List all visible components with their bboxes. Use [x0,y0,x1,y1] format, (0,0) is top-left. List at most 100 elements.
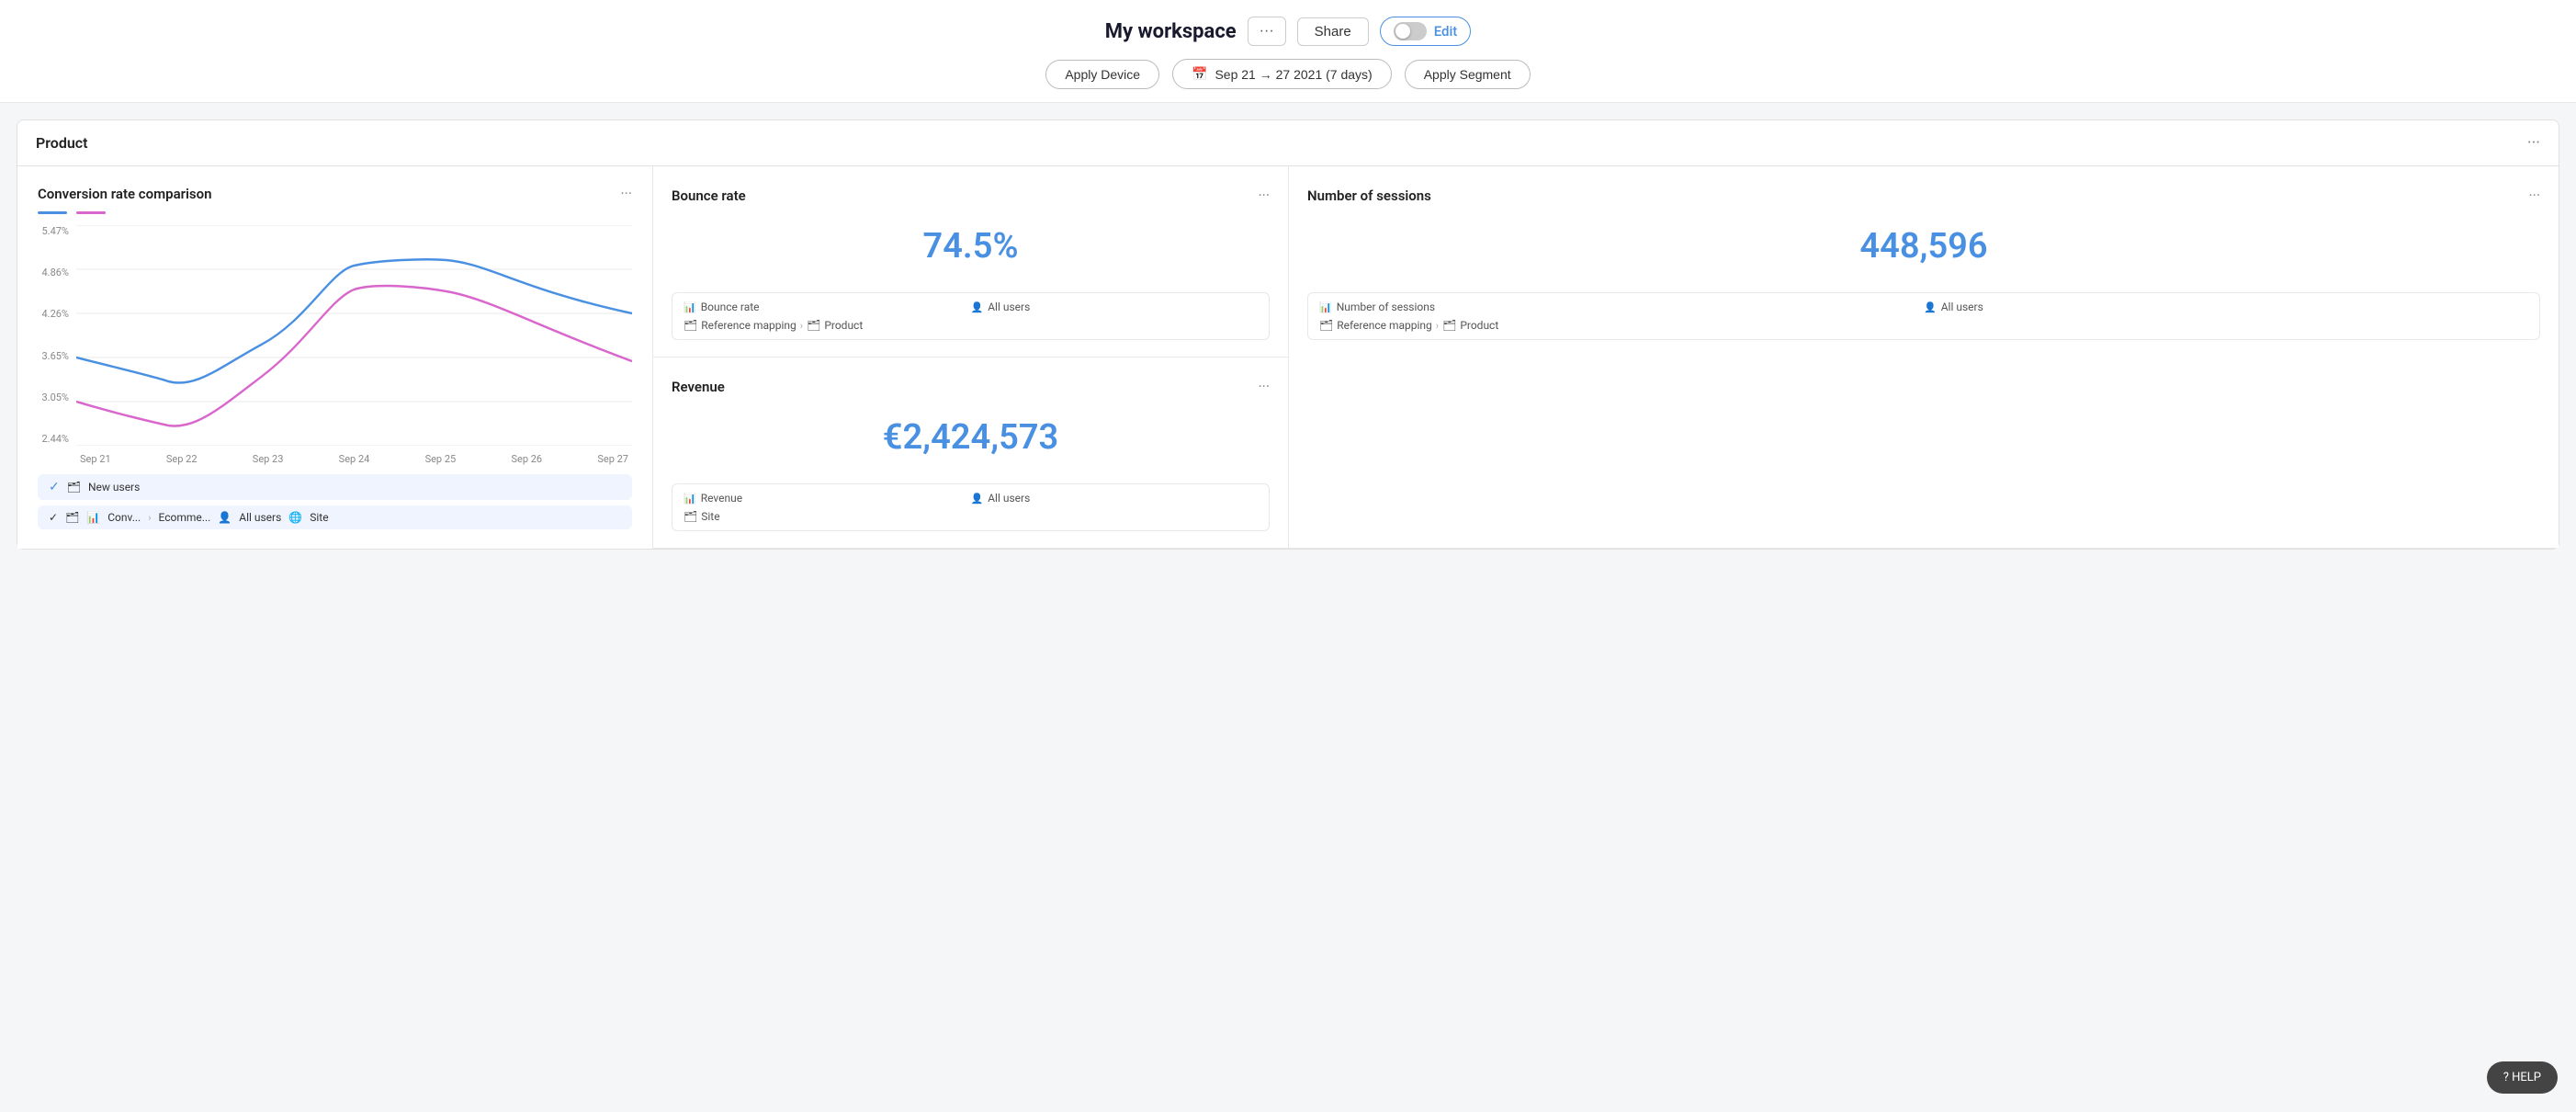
chart-filter-row-2[interactable]: ✓ 🗂 📊 Conv... › Ecomme... 👤 All users 🌐 … [38,505,632,529]
filter2-path: Ecomme... [159,511,211,524]
revenue-chart-icon: 📊 [684,493,696,505]
bounce-rate-header: Bounce rate ··· [672,187,1270,204]
sessions-path: 🗂 Reference mapping › 🗂 Product [1319,319,2528,332]
filter2-users-icon: 👤 [218,511,232,524]
x-axis: Sep 21 Sep 22 Sep 23 Sep 24 Sep 25 Sep 2… [76,453,632,465]
bounce-rate-product-icon: 🗂 [807,319,820,332]
section-title: Product [36,134,88,152]
section-more-button[interactable]: ··· [2527,133,2540,153]
filter2-users: All users [239,511,281,524]
product-section: Product ··· Bounce rate ··· 74.5% 📊 Boun… [17,119,2559,550]
sessions-path-arrow: › [1436,320,1439,332]
chart-more[interactable]: ··· [620,185,632,202]
chart-header: Conversion rate comparison ··· [38,185,632,202]
legend-pink-line [76,211,106,214]
blue-line [76,259,632,382]
bounce-rate-title: Bounce rate [672,187,746,204]
x-label-sep21: Sep 21 [80,453,111,465]
help-label: ? HELP [2503,1071,2541,1084]
revenue-users-icon: 👤 [971,493,984,505]
sessions-value: 448,596 [1307,226,2540,267]
revenue-users: 👤 All users [971,492,1259,505]
calendar-icon: 📅 [1192,66,1207,82]
bounce-rate-metric: 📊 Bounce rate [684,301,971,313]
apply-segment-label: Apply Segment [1424,67,1511,82]
revenue-users-label: All users [988,492,1030,505]
revenue-value: €2,424,573 [672,417,1270,458]
revenue-card-icon: 🗂 [684,510,697,523]
y-label-1: 5.47% [38,225,69,237]
bounce-rate-ref: Reference mapping [701,319,797,332]
sessions-product-icon: 🗂 [1442,319,1456,332]
help-button[interactable]: ? HELP [2487,1061,2558,1094]
x-label-sep24: Sep 24 [339,453,370,465]
y-axis: 5.47% 4.86% 4.26% 3.65% 3.05% 2.44% [38,225,76,465]
legend-blue-line [38,211,67,214]
sessions-title: Number of sessions [1307,187,1431,204]
bounce-rate-path: 🗂 Reference mapping › 🗂 Product [684,319,1258,332]
date-range-label: Sep 21 → 27 2021 (7 days) [1215,67,1372,82]
sessions-product: Product [1460,319,1498,332]
bounce-rate-meta: 📊 Bounce rate 👤 All users 🗂 Reference ma… [672,292,1270,340]
bounce-rate-users: 👤 All users [971,301,1259,313]
y-label-5: 3.05% [38,391,69,403]
chart-container: 5.47% 4.86% 4.26% 3.65% 3.05% 2.44% [38,225,632,465]
apply-segment-button[interactable]: Apply Segment [1405,60,1531,89]
sessions-users-icon: 👤 [1924,301,1937,313]
filter2-label: Conv... [107,511,141,524]
filter2-chart-icon: 📊 [86,511,100,524]
sessions-ref: Reference mapping [1337,319,1432,332]
bounce-rate-card: Bounce rate ··· 74.5% 📊 Bounce rate 👤 Al… [653,166,1288,357]
page-header: My workspace ··· Share Edit Apply Device… [0,0,2576,103]
chart-bottom: ✓ 🗂 New users ✓ 🗂 📊 Conv... › Ecomme... … [38,474,632,529]
header-top: My workspace ··· Share Edit [0,17,2576,46]
y-label-3: 4.26% [38,308,69,320]
filter1-check-icon: ✓ [49,480,60,494]
filter1-card-icon: 🗂 [67,481,81,494]
sessions-users-label: All users [1941,301,1983,313]
edit-toggle-container[interactable]: Edit [1380,17,1472,46]
edit-label: Edit [1434,23,1458,40]
bounce-rate-users-label: All users [988,301,1030,313]
left-column: Bounce rate ··· 74.5% 📊 Bounce rate 👤 Al… [653,166,1288,548]
sessions-card-icon: 🗂 [1319,319,1333,332]
apply-device-button[interactable]: Apply Device [1045,60,1159,89]
sessions-more[interactable]: ··· [2528,187,2540,204]
sessions-card: Number of sessions ··· 448,596 📊 Number … [1289,166,2559,548]
chart-title: Conversion rate comparison [38,186,212,202]
revenue-site-row: 🗂 Site [684,510,1258,523]
chart-filter-row-1[interactable]: ✓ 🗂 New users [38,474,632,500]
filter2-site-icon: 🌐 [288,511,302,524]
revenue-site-label: Site [701,510,719,523]
sessions-header: Number of sessions ··· [1307,187,2540,204]
filter2-check-icon: ✓ [49,511,58,524]
section-header: Product ··· [17,119,2559,166]
apply-device-label: Apply Device [1065,67,1140,82]
x-label-sep23: Sep 23 [253,453,284,465]
filter2-site: Site [310,511,328,524]
x-label-sep22: Sep 22 [166,453,198,465]
conversion-chart-card: Conversion rate comparison ··· 5.47% 4.8… [17,166,652,549]
sessions-users: 👤 All users [1924,301,2528,313]
sessions-metric-label: Number of sessions [1337,301,1435,313]
y-label-4: 3.65% [38,350,69,362]
y-label-6: 2.44% [38,433,69,445]
share-button[interactable]: Share [1297,17,1369,46]
revenue-title: Revenue [672,379,725,395]
chart-icon: 📊 [684,301,696,313]
bounce-rate-product: Product [824,319,863,332]
bounce-rate-value: 74.5% [672,226,1270,267]
cards-grid: Bounce rate ··· 74.5% 📊 Bounce rate 👤 Al… [17,166,2559,550]
revenue-card: Revenue ··· €2,424,573 📊 Revenue 👤 All u… [653,357,1288,548]
bounce-rate-more[interactable]: ··· [1258,187,1270,204]
revenue-more[interactable]: ··· [1258,378,1270,395]
bounce-rate-metric-label: Bounce rate [701,301,760,313]
users-icon: 👤 [971,301,984,313]
filter-bar: Apply Device 📅 Sep 21 → 27 2021 (7 days)… [0,59,2576,89]
edit-toggle[interactable] [1394,22,1427,40]
revenue-header: Revenue ··· [672,378,1270,395]
revenue-metric: 📊 Revenue [684,492,971,505]
more-options-button[interactable]: ··· [1248,17,1286,46]
date-range-button[interactable]: 📅 Sep 21 → 27 2021 (7 days) [1172,59,1392,89]
x-label-sep27: Sep 27 [597,453,628,465]
